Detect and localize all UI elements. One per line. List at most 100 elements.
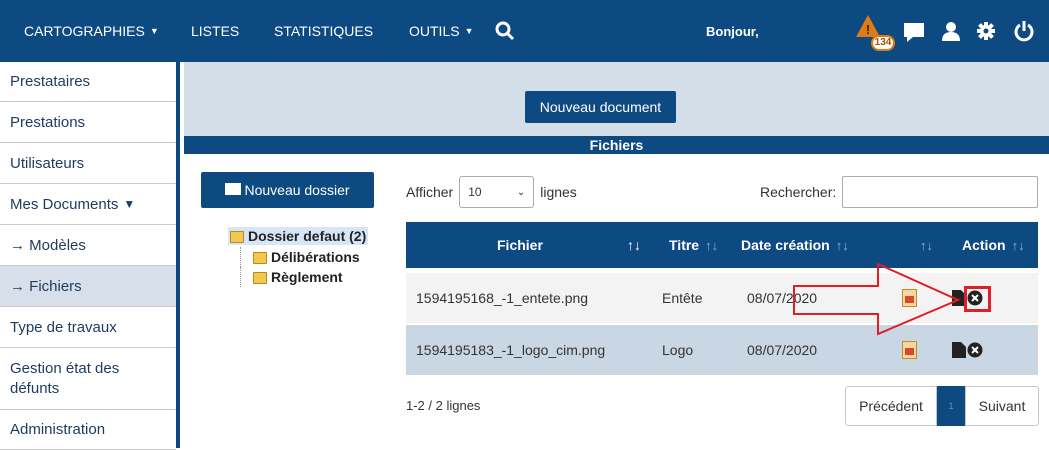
search-label: Rechercher: bbox=[760, 184, 837, 200]
caret-down-icon: ▼ bbox=[149, 26, 159, 36]
tree-root-label: Dossier defaut (2) bbox=[248, 228, 367, 244]
col-header-titre[interactable]: Titre ↑↓ bbox=[669, 222, 718, 268]
page-number: 1 bbox=[948, 401, 954, 411]
folder-icon bbox=[253, 272, 267, 285]
tree-item-reglement[interactable]: Règlement bbox=[240, 267, 368, 287]
col-header-label: Titre bbox=[669, 237, 700, 253]
sidebar-item-label: → Fichiers bbox=[10, 277, 82, 295]
sort-icon: ↑↓ bbox=[1011, 237, 1025, 253]
search-icon[interactable] bbox=[495, 0, 515, 62]
cell-fichier: 1594195168_-1_entete.png bbox=[416, 273, 588, 323]
sidebar-item-label: Gestion état des défunts bbox=[10, 359, 120, 397]
sidebar-item-type-de-travaux[interactable]: Type de travaux bbox=[0, 307, 176, 348]
file-title: Logo bbox=[662, 342, 694, 358]
search-input[interactable] bbox=[842, 176, 1039, 208]
tree-item-label: Délibérations bbox=[271, 249, 360, 265]
previous-label: Précédent bbox=[859, 398, 923, 414]
greeting-text: Bonjour, bbox=[706, 23, 759, 39]
next-label: Suivant bbox=[978, 398, 1026, 414]
greeting: Bonjour, bbox=[706, 0, 759, 62]
nav-listes-label: LISTES bbox=[191, 23, 240, 39]
gear-icon[interactable] bbox=[976, 21, 996, 41]
table-info: 1-2 / 2 lignes bbox=[406, 398, 480, 413]
sidebar-item-label: Prestations bbox=[10, 113, 86, 131]
next-page-button[interactable]: Suivant bbox=[965, 386, 1039, 426]
lines-label: lignes bbox=[540, 184, 577, 200]
section-title-text: Fichiers bbox=[589, 137, 644, 153]
previous-page-button[interactable]: Précédent bbox=[845, 386, 937, 426]
sidebar-item-administration[interactable]: Administration bbox=[0, 410, 176, 450]
svg-text:!: ! bbox=[866, 22, 870, 37]
top-navbar: CARTOGRAPHIES ▼ LISTES STATISTIQUES OUTI… bbox=[0, 0, 1049, 62]
cell-titre: Logo bbox=[662, 325, 693, 375]
sidebar-item-label: Administration bbox=[10, 421, 106, 438]
sort-icon: ↑↓ bbox=[835, 237, 849, 253]
new-document-label: Nouveau document bbox=[539, 99, 662, 115]
sidebar-item-gestion-etat-defunts[interactable]: Gestion état des défunts bbox=[0, 348, 176, 410]
caret-down-icon: ▼ bbox=[464, 26, 474, 36]
sidebar-item-label: Prestataires bbox=[10, 73, 91, 90]
sidebar-item-fichiers[interactable]: → Fichiers bbox=[0, 266, 176, 307]
tree-item-deliberations[interactable]: Délibérations bbox=[240, 247, 368, 267]
sidebar-item-modeles[interactable]: → Modèles bbox=[0, 225, 176, 266]
sidebar-item-label: Utilisateurs bbox=[10, 154, 85, 172]
sort-icon[interactable]: ↑↓ bbox=[627, 222, 641, 268]
length-control: Afficher 10 ⌄ lignes bbox=[406, 176, 577, 208]
folder-tree: Dossier defaut (2) Délibérations Règleme… bbox=[228, 227, 369, 287]
user-icon[interactable] bbox=[941, 21, 961, 41]
tree-root-dossier-defaut[interactable]: Dossier defaut (2) bbox=[228, 227, 369, 245]
section-title: Fichiers bbox=[184, 136, 1049, 154]
tree-item-label: Règlement bbox=[271, 269, 343, 285]
col-header-label: Date création bbox=[741, 237, 830, 253]
caret-down-icon: ▼ bbox=[123, 197, 136, 211]
sort-icon: ↑↓ bbox=[705, 237, 719, 253]
alert-count-badge: 134 bbox=[871, 35, 895, 51]
col-header-fichier[interactable]: Fichier bbox=[497, 222, 543, 268]
folder-icon bbox=[253, 252, 267, 265]
sidebar-item-label: Mes Documents bbox=[10, 195, 119, 213]
sidebar-item-prestataires[interactable]: Prestataires bbox=[0, 62, 176, 102]
document-banner: Nouveau document bbox=[184, 62, 1049, 136]
nav-cartographies-label: CARTOGRAPHIES bbox=[24, 23, 145, 39]
download-icon[interactable] bbox=[952, 342, 966, 358]
new-document-button[interactable]: Nouveau document bbox=[525, 91, 676, 123]
sort-icon: ↑↓ bbox=[920, 237, 933, 253]
power-icon[interactable] bbox=[1013, 20, 1035, 42]
delete-icon[interactable] bbox=[967, 342, 983, 358]
sidebar: Prestataires Prestations Utilisateurs Me… bbox=[0, 62, 180, 450]
nav-cartographies[interactable]: CARTOGRAPHIES ▼ bbox=[24, 0, 159, 62]
sidebar-item-utilisateurs[interactable]: Utilisateurs bbox=[0, 143, 176, 184]
nav-listes[interactable]: LISTES bbox=[191, 0, 239, 62]
nav-statistiques[interactable]: STATISTIQUES bbox=[274, 0, 373, 62]
page-length-value: 10 bbox=[468, 185, 482, 199]
file-date: 08/07/2020 bbox=[747, 342, 818, 358]
nav-outils[interactable]: OUTILS ▼ bbox=[409, 0, 474, 62]
col-header-label: Action bbox=[962, 237, 1006, 253]
chevron-down-icon: ⌄ bbox=[516, 186, 526, 198]
col-header-label: Fichier bbox=[497, 237, 543, 253]
new-folder-button[interactable]: Nouveau dossier bbox=[201, 172, 374, 208]
nav-statistiques-label: STATISTIQUES bbox=[274, 23, 374, 39]
message-icon[interactable] bbox=[903, 22, 925, 42]
cell-fichier: 1594195183_-1_logo_cim.png bbox=[416, 325, 605, 375]
search-control: Rechercher: bbox=[760, 176, 1039, 208]
new-folder-label: Nouveau dossier bbox=[244, 182, 350, 198]
file-name: 1594195183_-1_logo_cim.png bbox=[416, 342, 606, 358]
nav-outils-label: OUTILS bbox=[409, 23, 460, 39]
sidebar-item-prestations[interactable]: Prestations bbox=[0, 102, 176, 143]
page-1-button[interactable]: 1 bbox=[937, 386, 965, 426]
alerts-button[interactable]: ! 134 bbox=[855, 14, 895, 54]
alert-count: 134 bbox=[874, 37, 892, 48]
file-name: 1594195168_-1_entete.png bbox=[416, 290, 589, 306]
folder-icon bbox=[225, 183, 242, 195]
annotation-highlight-box bbox=[964, 286, 991, 312]
folder-icon bbox=[230, 231, 244, 244]
table-info-text: 1-2 / 2 lignes bbox=[406, 398, 481, 413]
file-title: Entête bbox=[662, 290, 703, 306]
sidebar-item-mes-documents[interactable]: Mes Documents ▼ bbox=[0, 184, 176, 225]
show-label: Afficher bbox=[406, 184, 454, 200]
sidebar-item-label: → Modèles bbox=[10, 236, 86, 254]
sidebar-item-label: Type de travaux bbox=[10, 318, 117, 336]
cell-titre: Entête bbox=[662, 273, 702, 323]
page-length-select[interactable]: 10 ⌄ bbox=[459, 176, 535, 208]
